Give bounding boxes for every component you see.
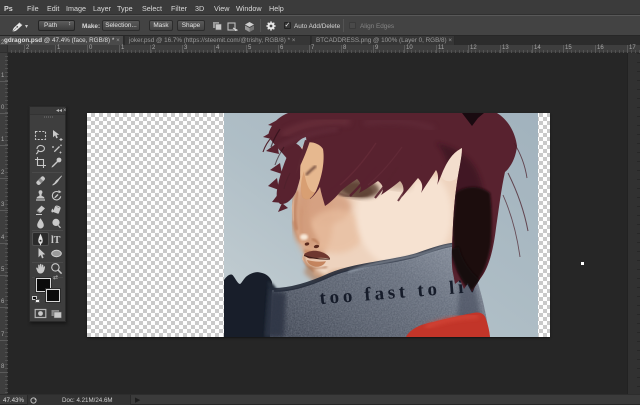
svg-text:lT: lT [51,235,61,246]
